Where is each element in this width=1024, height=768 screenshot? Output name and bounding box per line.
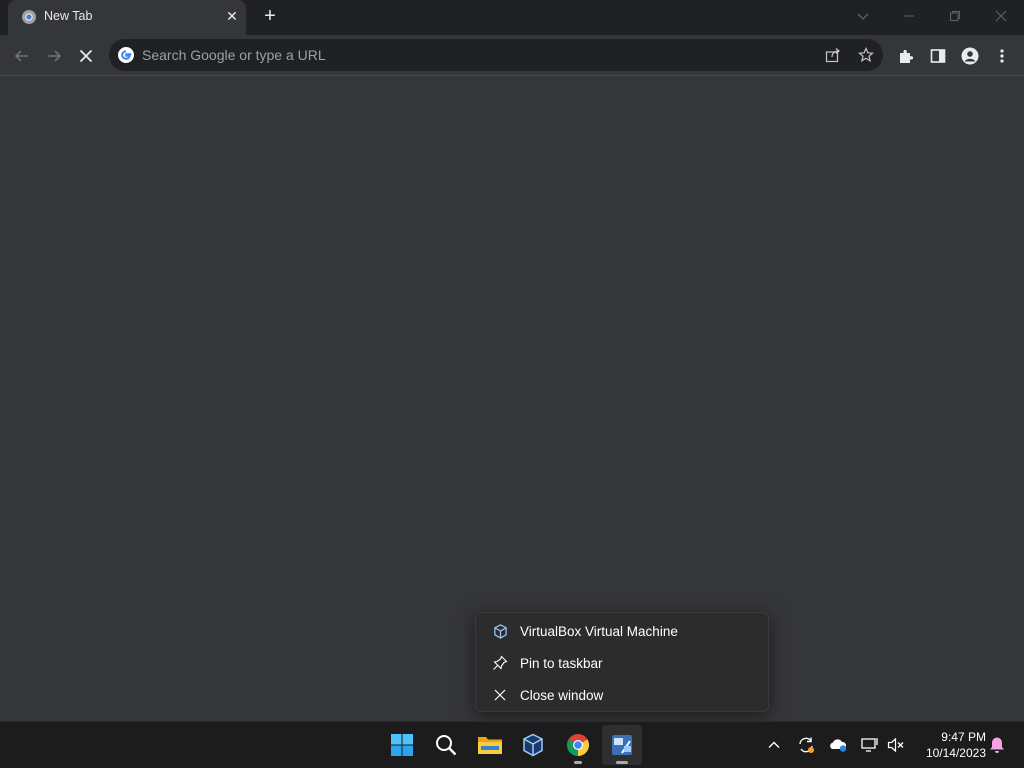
close-icon xyxy=(492,687,508,703)
star-icon xyxy=(858,47,874,63)
taskbar: 9:47 PM 10/14/2023 xyxy=(0,721,1024,768)
taskbar-jump-list: VirtualBox Virtual Machine Pin to taskba… xyxy=(475,612,769,712)
omnibox-input[interactable] xyxy=(142,45,782,65)
profile-icon xyxy=(961,47,979,65)
arrow-right-icon xyxy=(48,50,62,62)
side-panel-button[interactable] xyxy=(924,42,952,70)
tab-new-tab[interactable]: New Tab ✕ xyxy=(8,0,246,35)
close-window-button[interactable] xyxy=(978,0,1024,32)
onedrive-icon xyxy=(830,739,847,752)
extensions-button[interactable] xyxy=(892,42,920,70)
restore-icon xyxy=(950,11,960,21)
jumplist-item-pin-to-taskbar[interactable]: Pin to taskbar xyxy=(480,648,766,678)
active-app-icon xyxy=(612,735,632,755)
minimize-icon xyxy=(904,15,914,17)
jumplist-item-close-window[interactable]: Close window xyxy=(480,680,766,710)
jumplist-item-virtualbox-vm[interactable]: VirtualBox Virtual Machine xyxy=(480,616,766,646)
windows-start-icon xyxy=(391,734,413,756)
side-panel-icon xyxy=(930,49,946,63)
show-hidden-icons-button[interactable] xyxy=(763,734,785,756)
stop-loading-button[interactable] xyxy=(72,42,100,70)
tab-title: New Tab xyxy=(44,9,93,23)
chevron-down-icon xyxy=(857,13,869,20)
restore-button[interactable] xyxy=(932,0,978,32)
clock-date: 10/14/2023 xyxy=(925,746,986,760)
arrow-left-icon xyxy=(14,50,28,62)
taskbar-search-button[interactable] xyxy=(426,725,466,765)
network-button[interactable] xyxy=(859,734,881,756)
close-icon xyxy=(995,10,1007,22)
volume-button[interactable] xyxy=(885,734,907,756)
notification-bell-icon xyxy=(990,737,1004,753)
active-app-button[interactable] xyxy=(602,725,642,765)
chrome-button[interactable] xyxy=(558,725,598,765)
jumplist-item-label: VirtualBox Virtual Machine xyxy=(520,624,678,639)
system-clock[interactable]: 9:47 PM 10/14/2023 xyxy=(914,729,986,761)
bookmark-button[interactable] xyxy=(852,41,880,69)
chevron-up-icon xyxy=(768,741,780,748)
kebab-menu-icon xyxy=(1000,49,1004,63)
stop-icon xyxy=(79,49,93,63)
puzzle-icon xyxy=(900,49,914,63)
omnibox[interactable] xyxy=(109,39,883,71)
file-explorer-button[interactable] xyxy=(470,725,510,765)
virtualbox-icon xyxy=(523,733,543,757)
browser-toolbar xyxy=(0,35,1024,76)
sync-status-button[interactable] xyxy=(795,734,817,756)
back-button[interactable] xyxy=(8,42,36,70)
share-icon xyxy=(825,48,840,63)
sync-icon xyxy=(799,737,814,753)
menu-button[interactable] xyxy=(988,42,1016,70)
jumplist-item-label: Pin to taskbar xyxy=(520,656,603,671)
tab-search-button[interactable] xyxy=(840,0,886,32)
jumplist-item-label: Close window xyxy=(520,688,604,703)
chrome-icon xyxy=(567,734,589,756)
volume-muted-icon xyxy=(887,737,904,753)
profile-button[interactable] xyxy=(956,42,984,70)
running-indicator xyxy=(574,761,582,764)
onedrive-button[interactable] xyxy=(827,734,849,756)
minimize-button[interactable] xyxy=(886,0,932,32)
start-button[interactable] xyxy=(382,725,422,765)
tab-close-icon[interactable]: ✕ xyxy=(224,8,240,24)
virtualbox-button[interactable] xyxy=(513,725,553,765)
share-button[interactable] xyxy=(819,41,847,69)
google-g-icon xyxy=(118,47,134,63)
search-icon xyxy=(436,735,457,756)
file-explorer-icon xyxy=(478,737,502,754)
pin-icon xyxy=(492,655,508,671)
network-icon xyxy=(861,738,878,752)
chrome-favicon-icon xyxy=(22,10,36,24)
virtualbox-icon xyxy=(492,623,508,639)
browser-titlebar: New Tab ✕ + xyxy=(0,0,1024,35)
forward-button[interactable] xyxy=(40,42,68,70)
running-indicator xyxy=(616,761,628,764)
clock-time: 9:47 PM xyxy=(941,730,986,744)
notifications-button[interactable] xyxy=(986,734,1008,756)
new-tab-button[interactable]: + xyxy=(258,5,282,29)
